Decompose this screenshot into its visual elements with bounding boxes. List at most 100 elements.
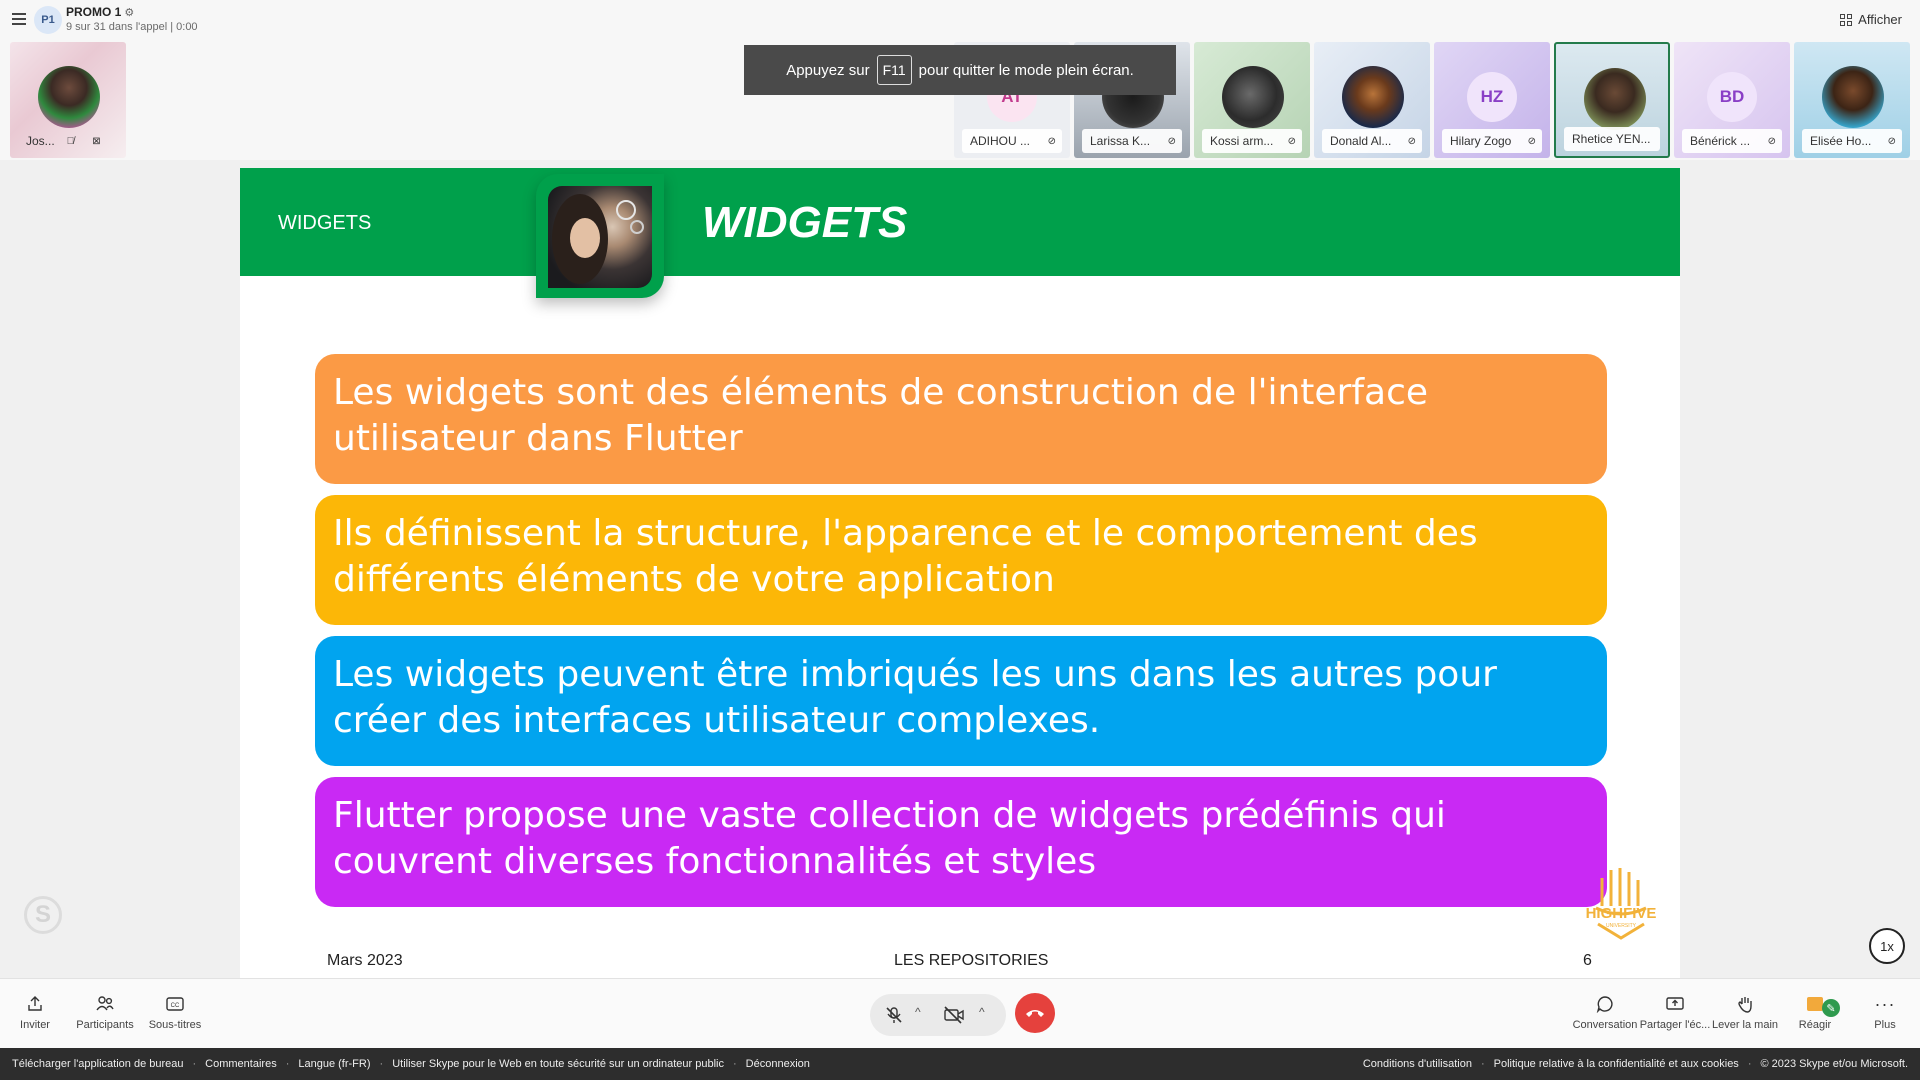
participant-name-tag: Hilary Zogo ⊘ — [1442, 129, 1542, 153]
slide-photo-frame — [536, 174, 664, 298]
menu-icon[interactable] — [12, 13, 26, 25]
participant-tile[interactable]: Donald Al... ⊘ — [1314, 42, 1430, 158]
copyright-text: © 2023 Skype et/ou Microsoft. — [1760, 1058, 1908, 1070]
download-desktop-link[interactable]: Télécharger l'application de bureau — [12, 1058, 184, 1070]
participant-name: Donald Al... — [1330, 134, 1392, 148]
camera-off-icon[interactable] — [942, 1003, 966, 1027]
more-dots-icon: ··· — [1874, 993, 1896, 1014]
language-link[interactable]: Langue (fr-FR) — [298, 1058, 370, 1070]
call-title-text: PROMO 1 — [66, 5, 122, 19]
highfive-logo: HIGHFIVE UNIVERSITY — [1586, 868, 1657, 940]
captions-icon: CC — [133, 993, 217, 1015]
participant-avatar — [1822, 66, 1884, 128]
participant-name-tag: ADIHOU ... ⊘ — [962, 129, 1062, 153]
slide-header-band — [240, 168, 1680, 276]
toast-text-before: Appuyez sur — [786, 61, 870, 79]
self-video-tile[interactable]: Jos... 🎙̸ ⊠ — [10, 42, 126, 158]
captions-button[interactable]: CC Sous-titres — [133, 993, 217, 1031]
logo-text: HIGHFIVE — [1586, 905, 1657, 922]
fullscreen-toast: Appuyez sur F11 pour quitter le mode ple… — [744, 45, 1176, 95]
mic-muted-icon[interactable] — [882, 1003, 906, 1027]
mic-off-icon: ⊘ — [1167, 135, 1176, 147]
raise-hand-label: Lever la main — [1711, 1019, 1779, 1031]
slide-footer-date: Mars 2023 — [327, 952, 403, 969]
participant-name-tag: Donald Al... ⊘ — [1322, 129, 1422, 153]
hang-up-button[interactable] — [1015, 993, 1055, 1033]
conversation-label: Conversation — [1572, 1019, 1638, 1031]
privacy-link[interactable]: Politique relative à la confidentialité … — [1494, 1058, 1739, 1070]
playback-speed-button[interactable]: 1x — [1869, 928, 1905, 964]
slide-page-number: 6 — [1583, 952, 1592, 969]
mic-off-icon: ⊘ — [1887, 135, 1896, 147]
media-controls: ^ ^ — [870, 994, 1006, 1036]
toast-text-after: pour quitter le mode plein écran. — [918, 61, 1134, 79]
participant-avatar — [1342, 66, 1404, 128]
participant-name: Bénérick ... — [1690, 134, 1751, 148]
self-avatar — [38, 66, 100, 128]
slide-point-2: Ils définissent la structure, l'apparenc… — [315, 495, 1607, 625]
skype-web-footer: Télécharger l'application de bureau · Com… — [0, 1048, 1920, 1080]
mic-off-icon: ⊘ — [1047, 135, 1056, 147]
self-name-tag: Jos... 🎙̸ ⊠ — [18, 129, 118, 153]
participant-initials: BD — [1707, 72, 1757, 122]
edit-pencil-icon: ✎ — [1822, 999, 1840, 1017]
view-button-label: Afficher — [1858, 12, 1902, 27]
participants-label: Participants — [76, 1019, 134, 1031]
terms-link[interactable]: Conditions d'utilisation — [1363, 1058, 1472, 1070]
participant-name-tag: Bénérick ... ⊘ — [1682, 129, 1782, 153]
self-name: Jos... — [26, 134, 55, 148]
more-label: Plus — [1874, 1019, 1896, 1031]
call-toolbar: Inviter Participants CC Sous-titres ^ ^ … — [0, 978, 1920, 1048]
participant-tile-active-speaker[interactable]: Rhetice YEN... — [1554, 42, 1670, 158]
participant-name-tag: Rhetice YEN... — [1564, 127, 1660, 151]
footer-links-left: Télécharger l'application de bureau · Com… — [12, 1058, 810, 1070]
feedback-link[interactable]: Commentaires — [205, 1058, 277, 1070]
captions-label: Sous-titres — [148, 1019, 202, 1031]
participant-name: Elisée Ho... — [1810, 134, 1872, 148]
call-title[interactable]: PROMO 1 ⚙ — [66, 5, 134, 19]
participant-tile[interactable]: Kossi arm... ⊘ — [1194, 42, 1310, 158]
group-avatar[interactable]: P1 — [34, 6, 62, 34]
shared-slide: WIDGETS WIDGETS Les widgets sont des élé… — [240, 168, 1680, 978]
mic-options-chevron-icon[interactable]: ^ — [915, 1005, 921, 1019]
react-label: Réagir — [1798, 1019, 1832, 1031]
participant-name: ADIHOU ... — [970, 134, 1031, 148]
invite-label: Inviter — [20, 1019, 50, 1031]
participant-name: Kossi arm... — [1210, 134, 1274, 148]
participant-tile[interactable]: Elisée Ho... ⊘ — [1794, 42, 1910, 158]
camera-off-icon: ⊠ — [92, 135, 101, 147]
slide-title: WIDGETS — [702, 198, 908, 247]
more-button[interactable]: ··· Plus — [1843, 993, 1920, 1032]
camera-options-chevron-icon[interactable]: ^ — [979, 1005, 985, 1019]
participant-name-tag: Larissa K... ⊘ — [1082, 129, 1182, 153]
footer-links-right: Conditions d'utilisation · Politique rela… — [1362, 1058, 1908, 1070]
mic-off-icon: ⊘ — [1287, 135, 1296, 147]
participant-avatar — [1222, 66, 1284, 128]
call-status: 9 sur 31 dans l'appel | 0:00 — [66, 21, 198, 33]
grid-view-icon — [1840, 13, 1853, 26]
slide-point-1: Les widgets sont des éléments de constru… — [315, 354, 1607, 484]
sign-out-link[interactable]: Déconnexion — [746, 1058, 810, 1070]
mic-off-icon: ⊘ — [1767, 135, 1776, 147]
slide-point-3: Les widgets peuvent être imbriqués les u… — [315, 636, 1607, 766]
logo-subtext: UNIVERSITY — [1606, 923, 1637, 929]
view-button[interactable]: Afficher — [1840, 12, 1902, 27]
public-computer-link[interactable]: Utiliser Skype pour le Web en toute sécu… — [392, 1058, 724, 1070]
slide-photo — [548, 186, 652, 288]
participant-tile[interactable]: BD Bénérick ... ⊘ — [1674, 42, 1790, 158]
participant-name: Hilary Zogo — [1450, 134, 1512, 148]
mic-off-icon: ⊘ — [1407, 135, 1416, 147]
svg-text:CC: CC — [171, 1003, 180, 1009]
slide-section-label: WIDGETS — [278, 212, 372, 234]
participant-initials: HZ — [1467, 72, 1517, 122]
participant-name-tag: Elisée Ho... ⊘ — [1802, 129, 1902, 153]
hang-up-icon — [1026, 1010, 1044, 1017]
participant-name-tag: Kossi arm... ⊘ — [1202, 129, 1302, 153]
participant-name: Larissa K... — [1090, 134, 1151, 148]
slide-footer-title: LES REPOSITORIES — [894, 952, 1049, 969]
participant-name: Rhetice YEN... — [1572, 132, 1651, 146]
slide-point-4: Flutter propose une vaste collection de … — [315, 777, 1607, 907]
share-screen-label: Partager l'éc... — [1639, 1019, 1711, 1031]
settings-gear-icon[interactable]: ⚙ — [124, 7, 134, 19]
participant-tile[interactable]: HZ Hilary Zogo ⊘ — [1434, 42, 1550, 158]
